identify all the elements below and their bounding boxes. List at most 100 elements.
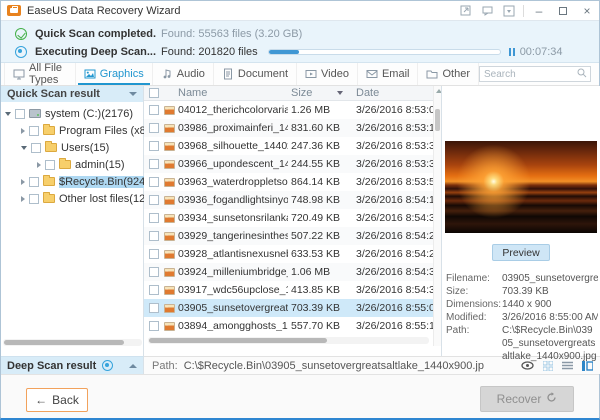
tree-checkbox[interactable] (29, 177, 39, 187)
file-date: 3/26/2016 8:54:38 AM (356, 212, 433, 224)
select-all-checkbox[interactable] (149, 88, 159, 98)
tree-item-system-c[interactable]: system (C:)(2176) (1, 105, 143, 122)
row-checkbox[interactable] (149, 123, 159, 133)
file-size: 720.49 KB (291, 212, 351, 224)
row-checkbox[interactable] (149, 249, 159, 259)
row-checkbox[interactable] (149, 105, 159, 115)
file-row[interactable]: 04012_therichcolorvariationsof...1.26 MB… (144, 101, 433, 119)
file-row[interactable]: 03917_wdc56upclose_1440x90...413.85 KB3/… (144, 281, 433, 299)
chevron-down-icon[interactable] (5, 112, 11, 116)
app-logo-icon (7, 5, 21, 16)
file-size: 633.53 KB (291, 248, 351, 260)
chevron-down-icon[interactable] (129, 92, 137, 96)
file-list-horizontal-scrollbar[interactable] (148, 337, 429, 344)
file-row[interactable]: 03934_sunsetonsrilanka_1440x...720.49 KB… (144, 209, 433, 227)
file-row[interactable]: 03924_milleniumbridge_1440x9...1.06 MB3/… (144, 263, 433, 281)
success-check-icon (15, 28, 27, 40)
detail-row: Filename:03905_sunsetovergreatsaltlake..… (446, 272, 598, 285)
file-size: 748.98 KB (291, 194, 351, 206)
file-row[interactable]: 03905_sunsetovergreatsaltlake...703.39 K… (144, 299, 433, 317)
tree-item-program-files[interactable]: Program Files (x86)(3) (1, 122, 143, 139)
row-checkbox[interactable] (149, 195, 159, 205)
sort-arrow-icon[interactable] (337, 91, 343, 95)
tree-checkbox[interactable] (15, 109, 25, 119)
close-button[interactable]: × (575, 1, 599, 20)
file-row[interactable]: 03928_atlantisnexusnebula_144...633.53 K… (144, 245, 433, 263)
file-size: 507.22 KB (291, 230, 351, 242)
preview-panel: Preview Filename:03905_sunsetovergreatsa… (441, 86, 600, 356)
tree-checkbox[interactable] (31, 143, 41, 153)
file-row[interactable]: 03963_waterdroppletsonsunro...864.14 KB3… (144, 173, 433, 191)
tab-video[interactable]: Video (297, 63, 358, 85)
back-button[interactable]: ← Back (26, 388, 88, 412)
chevron-right-icon[interactable] (21, 179, 25, 185)
tree-item-label: admin(15) (75, 159, 125, 171)
deep-scan-found: Found: 201820 files (161, 46, 258, 58)
column-header-date[interactable]: Date (356, 87, 379, 99)
feedback-icon[interactable] (476, 1, 498, 20)
tab-all-file-types[interactable]: All File Types (4, 63, 76, 85)
file-date: 3/26/2016 8:53:36 AM (356, 140, 433, 152)
deep-scan-spinner-icon (15, 46, 27, 58)
tree-item-users[interactable]: Users(15) (1, 139, 143, 156)
pause-button[interactable] (509, 48, 515, 56)
column-header-size[interactable]: Size (291, 87, 312, 99)
row-checkbox[interactable] (149, 321, 159, 331)
folder-icon (426, 68, 438, 80)
tree-horizontal-scrollbar[interactable] (3, 339, 142, 346)
tree-item-recycle-bin[interactable]: $Recycle.Bin(924) (1, 173, 143, 190)
row-checkbox[interactable] (149, 303, 159, 313)
chevron-right-icon[interactable] (21, 196, 25, 202)
file-row[interactable]: 03966_upondescent_1440x900...244.55 KB3/… (144, 155, 433, 173)
titlebar-separator (523, 5, 524, 17)
column-header-name[interactable]: Name (178, 87, 207, 99)
tab-email[interactable]: Email (358, 63, 419, 85)
search-input[interactable] (480, 69, 577, 80)
image-file-icon (164, 250, 175, 259)
image-preview-thumbnail (445, 141, 597, 233)
file-row[interactable]: 03968_silhouette_1440x900.jpg247.36 KB3/… (144, 137, 433, 155)
chevron-right-icon[interactable] (21, 128, 25, 134)
chevron-up-icon[interactable] (129, 364, 137, 368)
file-row[interactable]: 03929_tangerinesinthesky_1440...507.22 K… (144, 227, 433, 245)
document-icon (222, 68, 234, 80)
file-list-vertical-scrollbar[interactable] (433, 86, 441, 346)
tree-checkbox[interactable] (45, 160, 55, 170)
preview-button[interactable]: Preview (492, 244, 550, 261)
row-checkbox[interactable] (149, 267, 159, 277)
file-list-rows: 04012_therichcolorvariationsof...1.26 MB… (144, 101, 433, 331)
deep-scan-result-header[interactable]: Deep Scan result (1, 356, 144, 374)
recover-button[interactable]: Recover (480, 386, 574, 412)
chevron-right-icon[interactable] (37, 162, 41, 168)
file-row[interactable]: 03986_proximainferi_1440x900...831.60 KB… (144, 119, 433, 137)
tree-checkbox[interactable] (29, 126, 39, 136)
tab-graphics[interactable]: Graphics (76, 63, 153, 85)
deep-scan-spinner-icon (102, 360, 113, 371)
menu-icon[interactable] (498, 1, 520, 20)
tab-other[interactable]: Other (418, 63, 479, 85)
file-row[interactable]: 03894_amongghosts_1440x900...557.70 KB3/… (144, 317, 433, 331)
back-arrow-icon: ← (35, 393, 47, 407)
search-icon[interactable] (577, 68, 587, 81)
row-checkbox[interactable] (149, 177, 159, 187)
tab-audio[interactable]: Audio (153, 63, 214, 85)
row-checkbox[interactable] (149, 141, 159, 151)
minimize-button[interactable]: – (527, 1, 551, 20)
chevron-down-icon[interactable] (21, 146, 27, 150)
row-checkbox[interactable] (149, 213, 159, 223)
tree-item-admin[interactable]: admin(15) (1, 156, 143, 173)
back-button-label: Back (52, 393, 79, 407)
row-checkbox[interactable] (149, 159, 159, 169)
file-name: 03963_waterdroppletsonsunro... (178, 176, 288, 188)
capture-icon[interactable] (454, 1, 476, 20)
quick-scan-result-header[interactable]: Quick Scan result (1, 86, 143, 102)
row-checkbox[interactable] (149, 285, 159, 295)
tree-checkbox[interactable] (29, 194, 39, 204)
scrollbar-thumb[interactable] (435, 109, 440, 131)
envelope-icon (366, 68, 378, 80)
tree-item-other-lost-files[interactable]: Other lost files(1234) (1, 190, 143, 207)
maximize-button[interactable] (551, 1, 575, 20)
row-checkbox[interactable] (149, 231, 159, 241)
tab-document[interactable]: Document (214, 63, 297, 85)
file-row[interactable]: 03936_fogandlightsinyosemite...748.98 KB… (144, 191, 433, 209)
